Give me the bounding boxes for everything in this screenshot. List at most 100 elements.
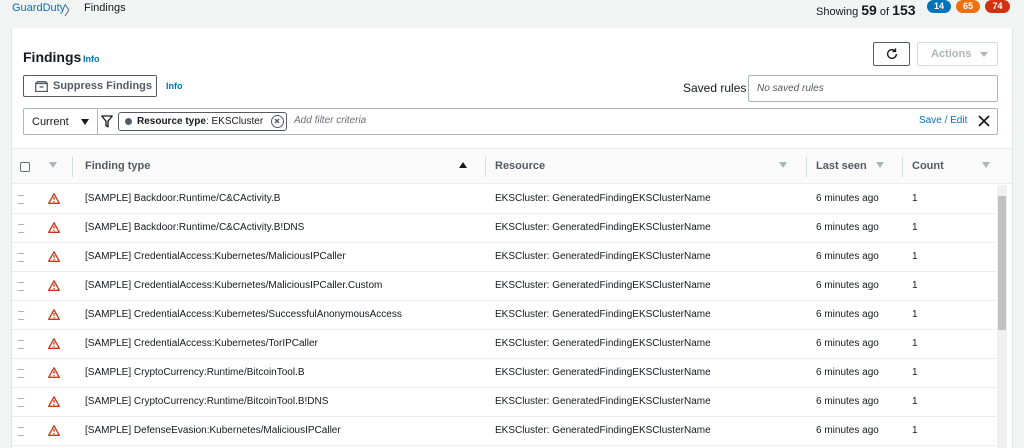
count-cell: 1 xyxy=(912,222,918,233)
column-divider xyxy=(902,157,903,177)
table-row[interactable]: [SAMPLE] Backdoor:Runtime/C&CActivity.B!… xyxy=(12,214,996,243)
row-select-handle[interactable] xyxy=(18,427,24,436)
table-row[interactable]: [SAMPLE] Backdoor:Runtime/C&CActivity.B E… xyxy=(12,185,996,214)
warning-triangle-icon xyxy=(48,193,60,204)
table-row[interactable]: [SAMPLE] CredentialAccess:Kubernetes/Mal… xyxy=(12,243,996,272)
token-text: Resource type: EKSCluster xyxy=(137,116,263,127)
resource-cell: EKSCluster: GeneratedFindingEKSClusterNa… xyxy=(495,251,711,262)
save-edit-link[interactable]: Save / Edit xyxy=(919,115,967,126)
row-select-handle[interactable] xyxy=(18,398,24,407)
finding-type-cell[interactable]: [SAMPLE] Backdoor:Runtime/C&CActivity.B!… xyxy=(85,222,304,233)
finding-type-cell[interactable]: [SAMPLE] CredentialAccess:Kubernetes/Suc… xyxy=(85,309,402,320)
chevron-down-icon xyxy=(980,52,988,57)
breadcrumb-separator: 〉 xyxy=(64,3,78,18)
of-label: of xyxy=(879,6,890,18)
finding-type-cell[interactable]: [SAMPLE] Backdoor:Runtime/C&CActivity.B xyxy=(85,193,280,204)
resource-cell: EKSCluster: GeneratedFindingEKSClusterNa… xyxy=(495,367,711,378)
close-icon[interactable] xyxy=(976,113,992,129)
last-seen-cell: 6 minutes ago xyxy=(816,222,879,233)
warning-triangle-icon xyxy=(48,396,60,407)
finding-type-cell[interactable]: [SAMPLE] CredentialAccess:Kubernetes/Mal… xyxy=(85,251,346,262)
resource-cell: EKSCluster: GeneratedFindingEKSClusterNa… xyxy=(495,222,711,233)
row-select-handle[interactable] xyxy=(18,253,24,262)
table-row[interactable]: [SAMPLE] DefenseEvasion:Kubernetes/Malic… xyxy=(12,417,996,446)
column-divider xyxy=(806,157,807,177)
actions-label: Actions xyxy=(931,48,972,60)
scrollbar-thumb[interactable] xyxy=(998,196,1006,330)
warning-triangle-icon xyxy=(48,425,60,436)
count-cell: 1 xyxy=(912,309,918,320)
column-resource[interactable]: Resource xyxy=(495,160,545,172)
resource-cell: EKSCluster: GeneratedFindingEKSClusterNa… xyxy=(495,396,711,407)
saved-rules-select[interactable]: No saved rules xyxy=(748,75,998,102)
last-seen-cell: 6 minutes ago xyxy=(816,309,879,320)
resource-cell: EKSCluster: GeneratedFindingEKSClusterNa… xyxy=(495,338,711,349)
finding-type-cell[interactable]: [SAMPLE] CryptoCurrency:Runtime/BitcoinT… xyxy=(85,396,328,407)
token-value: : EKSCluster xyxy=(205,116,264,127)
table-row[interactable]: [SAMPLE] CryptoCurrency:Runtime/BitcoinT… xyxy=(12,388,996,417)
resource-cell: EKSCluster: GeneratedFindingEKSClusterNa… xyxy=(495,425,711,436)
table-row[interactable]: [SAMPLE] CredentialAccess:Kubernetes/Suc… xyxy=(12,301,996,330)
row-select-handle[interactable] xyxy=(18,311,24,320)
row-select-handle[interactable] xyxy=(18,224,24,233)
warning-triangle-icon xyxy=(48,251,60,262)
high-severity-badge[interactable]: 74 xyxy=(985,0,1010,13)
count-cell: 1 xyxy=(912,251,918,262)
breadcrumb-guardduty[interactable]: GuardDuty xyxy=(12,2,65,14)
finding-type-cell[interactable]: [SAMPLE] CredentialAccess:Kubernetes/Mal… xyxy=(85,280,382,291)
select-all-checkbox[interactable] xyxy=(20,162,30,172)
finding-type-cell[interactable]: [SAMPLE] CryptoCurrency:Runtime/BitcoinT… xyxy=(85,367,305,378)
scope-label: Current xyxy=(32,116,69,128)
saved-rules-label: Saved rules xyxy=(683,81,747,95)
finding-type-cell[interactable]: [SAMPLE] DefenseEvasion:Kubernetes/Malic… xyxy=(85,425,341,436)
sort-ascending-icon[interactable] xyxy=(459,162,467,168)
severity-sort-icon[interactable] xyxy=(49,162,57,168)
table-row[interactable]: [SAMPLE] CryptoCurrency:Runtime/BitcoinT… xyxy=(12,359,996,388)
last-seen-cell: 6 minutes ago xyxy=(816,367,879,378)
resource-sort-icon[interactable] xyxy=(779,162,787,168)
count-cell: 1 xyxy=(912,193,918,204)
page-title: Findings xyxy=(23,49,82,65)
table-row[interactable]: [SAMPLE] CredentialAccess:Kubernetes/Mal… xyxy=(12,272,996,301)
actions-dropdown[interactable]: Actions xyxy=(917,42,998,66)
suppress-findings-button[interactable]: Suppress Findings xyxy=(23,75,157,97)
row-select-handle[interactable] xyxy=(18,195,24,204)
last-seen-cell: 6 minutes ago xyxy=(816,396,879,407)
row-select-handle[interactable] xyxy=(18,369,24,378)
last-seen-sort-icon[interactable] xyxy=(876,162,884,168)
column-finding-type[interactable]: Finding type xyxy=(85,160,150,172)
chevron-down-icon xyxy=(81,119,89,125)
filter-input[interactable]: Add filter criteria xyxy=(294,115,366,126)
low-severity-badge[interactable]: 14 xyxy=(927,0,951,13)
remove-token-icon[interactable] xyxy=(271,115,284,128)
funnel-icon xyxy=(101,115,113,128)
filter-token[interactable]: Resource type: EKSCluster xyxy=(118,112,287,131)
warning-triangle-icon xyxy=(48,309,60,320)
column-divider xyxy=(485,157,486,177)
table-header: Finding type Resource Last seen Count xyxy=(12,148,1012,184)
table-row[interactable]: [SAMPLE] CredentialAccess:Kubernetes/Tor… xyxy=(12,330,996,359)
title-info-link[interactable]: Info xyxy=(83,54,100,64)
refresh-button[interactable] xyxy=(873,42,910,66)
count-sort-icon[interactable] xyxy=(982,162,990,168)
count-cell: 1 xyxy=(912,280,918,291)
scope-select[interactable]: Current xyxy=(24,109,98,134)
row-select-handle[interactable] xyxy=(18,340,24,349)
count-cell: 1 xyxy=(912,338,918,349)
warning-triangle-icon xyxy=(48,280,60,291)
column-count[interactable]: Count xyxy=(912,160,944,172)
resource-cell: EKSCluster: GeneratedFindingEKSClusterNa… xyxy=(495,280,711,291)
medium-severity-badge[interactable]: 65 xyxy=(956,0,980,13)
findings-count-summary: Showing 59 of 153 xyxy=(816,2,916,18)
suppress-info-link[interactable]: Info xyxy=(166,81,183,91)
warning-triangle-icon xyxy=(48,338,60,349)
resource-cell: EKSCluster: GeneratedFindingEKSClusterNa… xyxy=(495,309,711,320)
column-last-seen[interactable]: Last seen xyxy=(816,160,867,172)
finding-type-cell[interactable]: [SAMPLE] CredentialAccess:Kubernetes/Tor… xyxy=(85,338,318,349)
row-select-handle[interactable] xyxy=(18,282,24,291)
last-seen-cell: 6 minutes ago xyxy=(816,425,879,436)
showing-count: 59 xyxy=(861,2,877,18)
count-cell: 1 xyxy=(912,367,918,378)
findings-panel: Findings Info Actions Suppress Findings … xyxy=(12,28,1012,448)
warning-triangle-icon xyxy=(48,367,60,378)
